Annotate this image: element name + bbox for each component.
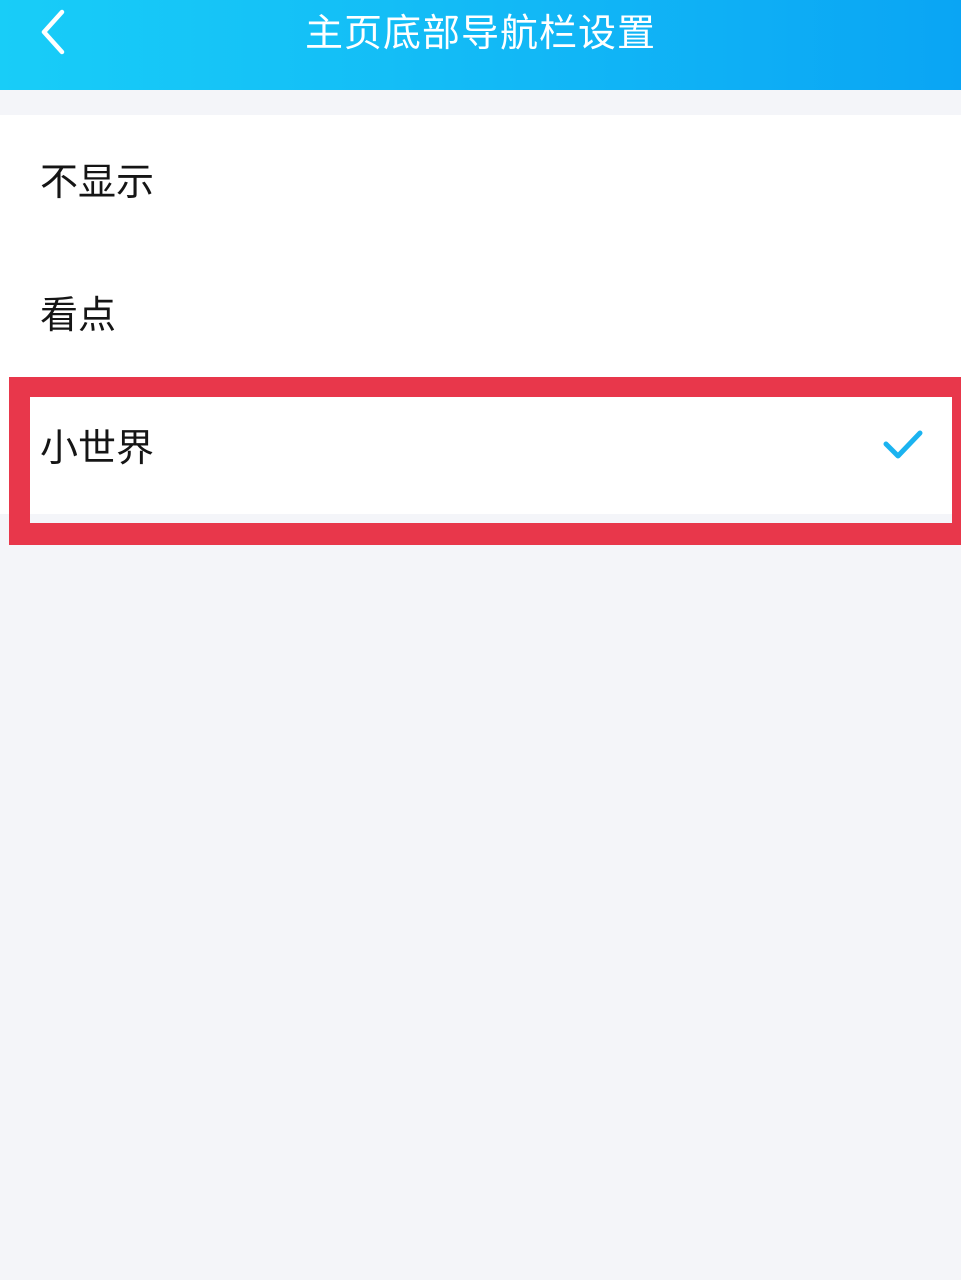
option-label: 小世界 <box>40 426 155 470</box>
page-title: 主页底部导航栏设置 <box>304 11 656 55</box>
option-label: 不显示 <box>40 160 155 204</box>
option-label: 看点 <box>40 293 117 337</box>
option-item-hide[interactable]: 不显示 <box>0 115 961 248</box>
option-item-xiaoshijie[interactable]: 小世界 <box>0 381 961 514</box>
navigation-header: 主页底部导航栏设置 <box>0 0 961 90</box>
option-list: 不显示 看点 小世界 <box>0 115 961 514</box>
option-item-kandian[interactable]: 看点 <box>0 248 961 381</box>
checkmark-icon <box>883 430 923 459</box>
